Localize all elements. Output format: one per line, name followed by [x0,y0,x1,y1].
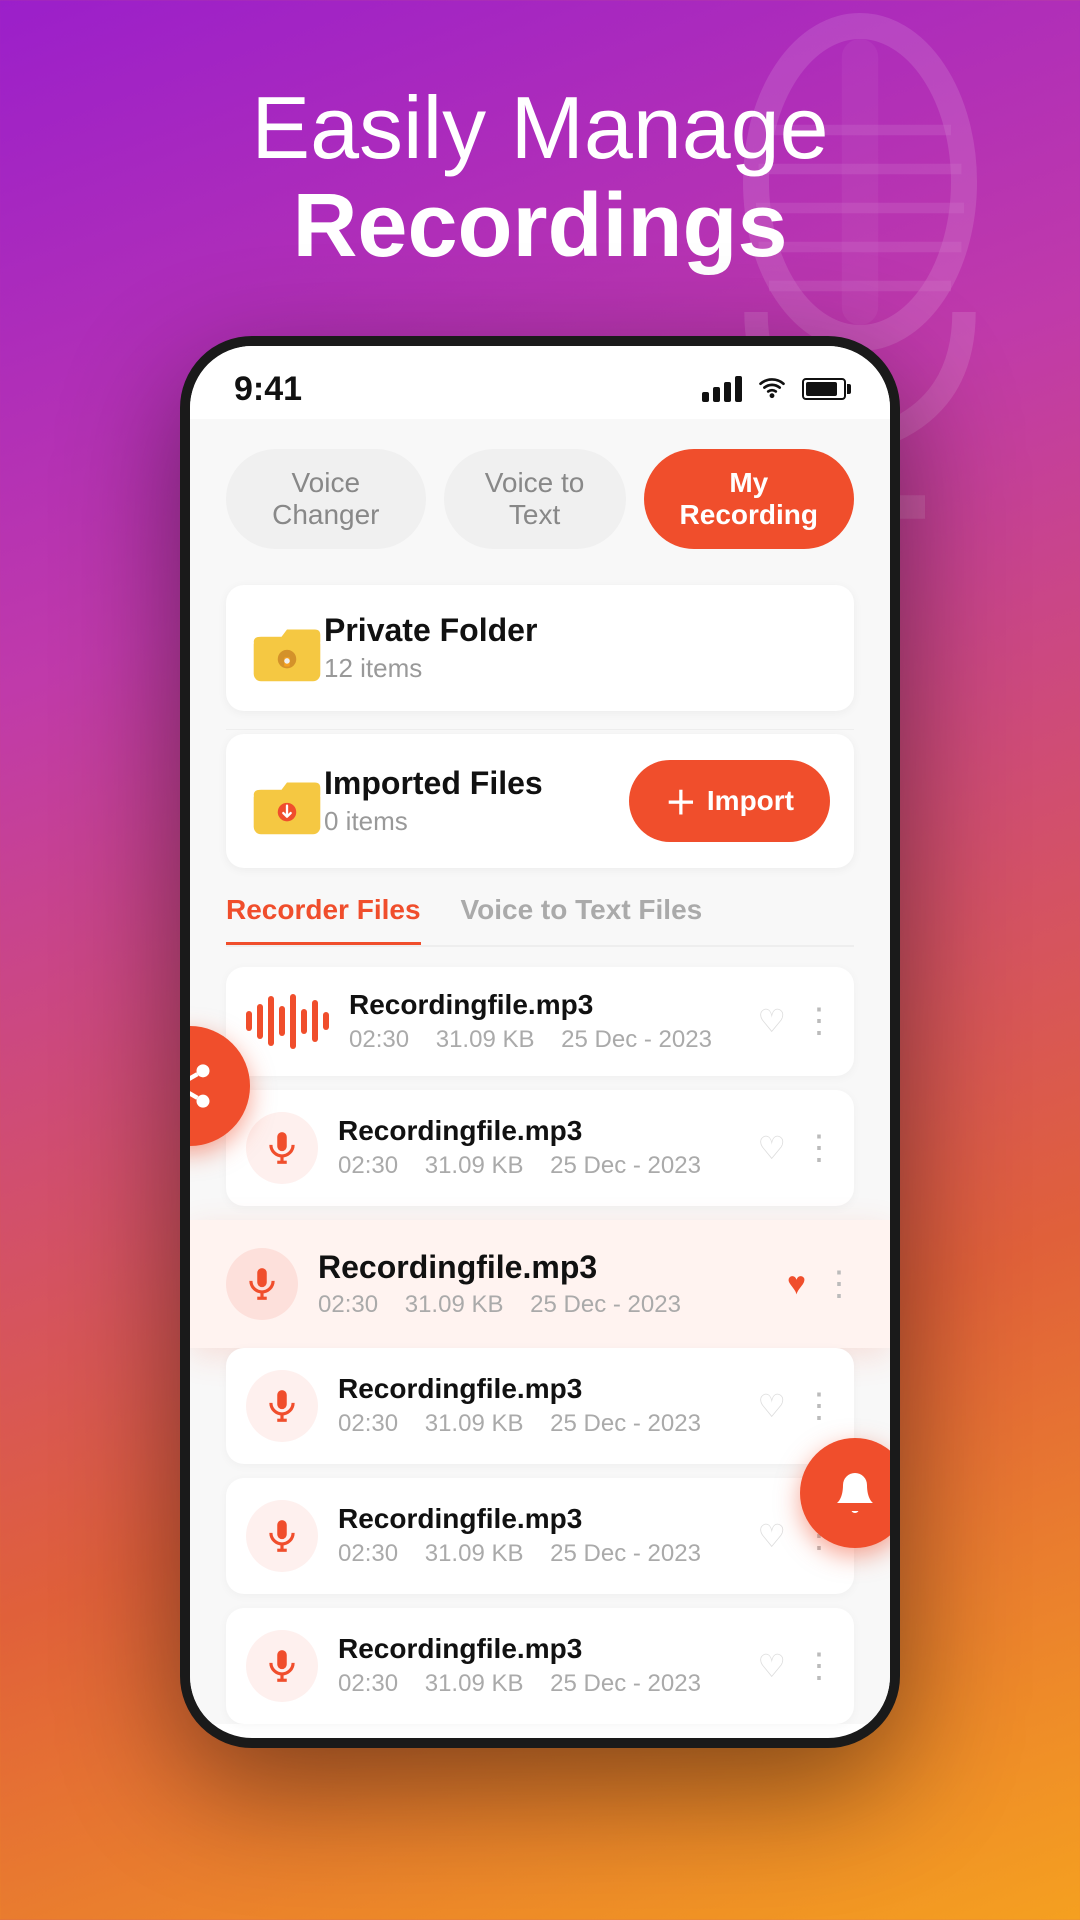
recording-mic-icon [246,1500,318,1572]
recording-info: Recordingfile.mp3 02:30 31.09 KB 25 Dec … [338,1633,757,1698]
bell-icon [831,1469,879,1517]
recording-mic-icon [246,1630,318,1702]
imported-folder-info: Imported Files 0 items [324,765,629,837]
phone-frame: 9:41 Voice Cha [180,336,900,1748]
hero-title-light: Easily Manage [251,80,828,177]
recording-name: Recordingfile.mp3 [338,1373,757,1405]
audio-wave-bars [246,991,329,1051]
recording-info: Recordingfile.mp3 02:30 31.09 KB 25 Dec … [318,1249,787,1319]
recording-item[interactable]: Recordingfile.mp3 02:30 31.09 KB 25 Dec … [226,967,854,1076]
recording-item[interactable]: Recordingfile.mp3 02:30 31.09 KB 25 Dec … [226,1478,854,1594]
recording-item[interactable]: Recordingfile.mp3 02:30 31.09 KB 25 Dec … [226,1090,854,1206]
tab-voice-changer[interactable]: Voice Changer [226,449,426,549]
share-icon [180,1060,216,1112]
private-folder-item[interactable]: Private Folder 12 items [226,585,854,711]
status-time: 9:41 [234,370,302,409]
recording-info: Recordingfile.mp3 02:30 31.09 KB 25 Dec … [349,989,757,1054]
hero-header: Easily Manage Recordings [251,0,828,326]
imported-folder-icon [250,764,324,838]
favorite-button[interactable]: ♡ [757,1647,786,1685]
private-folder-count: 12 items [324,653,830,684]
recording-meta: 02:30 31.09 KB 25 Dec - 2023 [349,1026,757,1054]
private-folder-name: Private Folder [324,612,830,649]
recording-info: Recordingfile.mp3 02:30 31.09 KB 25 Dec … [338,1115,757,1180]
recording-info: Recordingfile.mp3 02:30 31.09 KB 25 Dec … [338,1373,757,1438]
recording-mic-icon [246,1112,318,1184]
favorite-button[interactable]: ♡ [757,1129,786,1167]
status-bar: 9:41 [190,346,890,419]
recording-item[interactable]: Recordingfile.mp3 02:30 31.09 KB 25 Dec … [226,1608,854,1724]
recording-name: Recordingfile.mp3 [338,1633,757,1665]
recording-mic-icon [246,1370,318,1442]
private-folder-icon [250,611,324,685]
recording-meta: 02:30 31.09 KB 25 Dec - 2023 [338,1540,757,1568]
wifi-icon [756,374,788,405]
recording-name: Recordingfile.mp3 [338,1503,757,1535]
tab-voice-text-files[interactable]: Voice to Text Files [461,894,703,945]
import-button-label: Import [707,785,794,817]
recording-name: Recordingfile.mp3 [318,1249,787,1286]
recording-meta: 02:30 31.09 KB 25 Dec - 2023 [338,1410,757,1438]
phone-content: Voice Changer Voice to Text My Recording… [190,419,890,1724]
recording-mic-icon [226,1248,298,1320]
favorite-button[interactable]: ♡ [757,1387,786,1425]
import-button[interactable]: ＋ Import [629,760,830,842]
battery-icon [802,378,846,400]
recording-info: Recordingfile.mp3 02:30 31.09 KB 25 Dec … [338,1503,757,1568]
recording-item-highlighted[interactable]: Recordingfile.mp3 02:30 31.09 KB 25 Dec … [190,1220,890,1348]
recording-name: Recordingfile.mp3 [338,1115,757,1147]
recording-meta: 02:30 31.09 KB 25 Dec - 2023 [318,1291,787,1319]
tab-voice-to-text[interactable]: Voice to Text [444,449,626,549]
status-icons [702,374,846,405]
import-plus-icon: ＋ [665,778,697,824]
hero-title-bold: Recordings [251,177,828,276]
navigation-tabs: Voice Changer Voice to Text My Recording [226,449,854,549]
favorite-button[interactable]: ♡ [757,1517,786,1555]
more-options-button[interactable]: ⋮ [802,1128,834,1168]
divider [226,729,854,730]
recording-name: Recordingfile.mp3 [349,989,757,1021]
imported-folder-name: Imported Files [324,765,629,802]
notification-fab-button[interactable] [800,1438,900,1548]
favorite-button[interactable]: ♥ [787,1265,806,1302]
imported-files-item[interactable]: Imported Files 0 items ＋ Import [226,734,854,868]
tab-my-recording[interactable]: My Recording [644,449,854,549]
private-folder-info: Private Folder 12 items [324,612,830,684]
more-options-button[interactable]: ⋮ [822,1264,854,1304]
tab-recorder-files[interactable]: Recorder Files [226,894,421,945]
more-options-button[interactable]: ⋮ [802,1386,834,1426]
more-options-button[interactable]: ⋮ [802,1646,834,1686]
recording-meta: 02:30 31.09 KB 25 Dec - 2023 [338,1152,757,1180]
favorite-button[interactable]: ♡ [757,1002,786,1040]
recording-item[interactable]: Recordingfile.mp3 02:30 31.09 KB 25 Dec … [226,1348,854,1464]
recording-meta: 02:30 31.09 KB 25 Dec - 2023 [338,1670,757,1698]
file-type-tabs: Recorder Files Voice to Text Files [226,894,854,947]
signal-bars-icon [702,376,742,402]
imported-folder-count: 0 items [324,806,629,837]
more-options-button[interactable]: ⋮ [802,1001,834,1041]
